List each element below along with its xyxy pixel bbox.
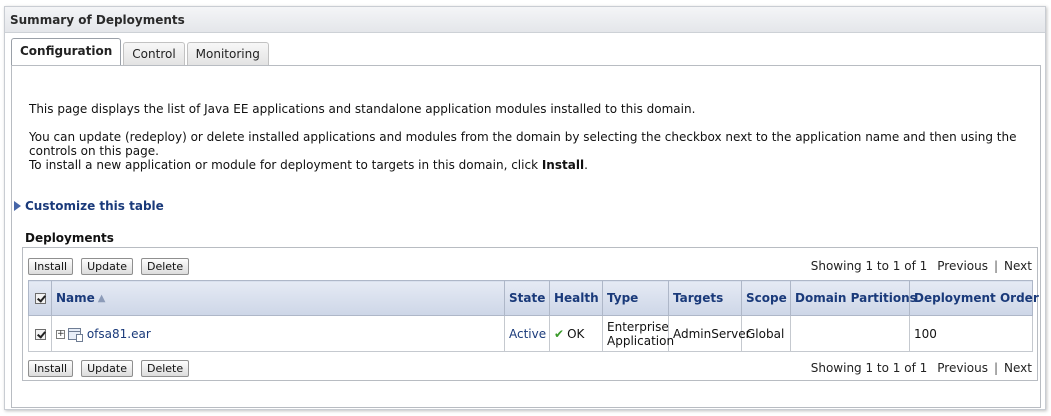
customize-table-label: Customize this table — [25, 199, 164, 213]
column-header-domain-partitions[interactable]: Domain Partitions — [790, 280, 917, 316]
next-link-top[interactable]: Next — [1004, 259, 1032, 273]
deployments-panel: Summary of Deployments Configuration Con… — [4, 6, 1046, 410]
update-button-bottom[interactable]: Update — [81, 359, 133, 377]
column-header-scope[interactable]: Scope — [741, 280, 791, 316]
select-all-checkbox-cell[interactable] — [28, 280, 52, 316]
tab-control[interactable]: Control — [123, 42, 185, 65]
install-button-top[interactable]: Install — [28, 257, 74, 275]
table-header-row: Name ▲ State Health Type Targets Scope Do… — [28, 280, 1039, 316]
install-button-bottom[interactable]: Install — [28, 359, 74, 377]
deployments-table-title: Deployments — [25, 231, 114, 245]
panel-title: Summary of Deployments — [5, 7, 1045, 33]
triangle-right-icon — [14, 201, 21, 211]
row-checkbox[interactable] — [34, 328, 46, 340]
row-domain-partitions-cell — [790, 315, 910, 352]
deployments-table-container: Install Update Delete Showing 1 to 1 of … — [22, 247, 1039, 381]
state-link[interactable]: Active — [509, 327, 546, 341]
update-button-top[interactable]: Update — [81, 257, 133, 275]
intro-line-3: To install a new application or module f… — [29, 158, 588, 172]
type-line-2: Application — [607, 333, 675, 348]
intro-line-3-suffix: . — [584, 158, 588, 172]
checkmark-icon: ✔ — [554, 326, 565, 341]
pager-separator: | — [993, 259, 999, 273]
pager-top: Showing 1 to 1 of 1 Previous | Next — [811, 259, 1032, 273]
tab-configuration[interactable]: Configuration — [11, 38, 122, 65]
column-header-state[interactable]: State — [504, 280, 550, 316]
column-name-label: Name — [56, 291, 95, 305]
row-health-cell: ✔ OK — [549, 315, 603, 352]
expand-plus-icon[interactable]: + — [56, 329, 65, 339]
column-header-health[interactable]: Health — [549, 280, 603, 316]
pager-separator-bottom: | — [993, 361, 999, 375]
bottom-toolbar: Install Update Delete Showing 1 to 1 of … — [28, 356, 1032, 380]
column-header-name[interactable]: Name ▲ — [51, 280, 505, 316]
sort-ascending-icon[interactable]: ▲ — [98, 293, 106, 304]
row-name-cell: + ofsa81.ear — [51, 315, 505, 352]
tab-monitoring[interactable]: Monitoring — [186, 42, 269, 65]
pager-status-bottom: Showing 1 to 1 of 1 — [810, 361, 928, 375]
top-toolbar: Install Update Delete Showing 1 to 1 of … — [28, 254, 1032, 278]
intro-line-3-text: To install a new application or module f… — [29, 158, 542, 172]
row-checkbox-cell[interactable] — [28, 315, 52, 352]
row-state-cell: Active — [504, 315, 550, 352]
previous-link-bottom[interactable]: Previous — [937, 361, 988, 375]
delete-button-top[interactable]: Delete — [140, 257, 190, 275]
table-row: + ofsa81.ear Active ✔ OK Enterprise Appli… — [28, 315, 1033, 352]
column-header-targets[interactable]: Targets — [668, 280, 742, 316]
column-header-type[interactable]: Type — [602, 280, 669, 316]
pager-status: Showing 1 to 1 of 1 — [810, 259, 928, 273]
health-value: OK — [567, 326, 585, 341]
previous-link-top[interactable]: Previous — [937, 259, 988, 273]
column-header-deployment-order[interactable]: Deployment Order — [909, 280, 1039, 316]
row-scope-cell: Global — [741, 315, 791, 352]
application-archive-icon — [68, 328, 83, 342]
delete-button-bottom[interactable]: Delete — [140, 359, 190, 377]
next-link-bottom[interactable]: Next — [1004, 361, 1032, 375]
customize-table-link[interactable]: Customize this table — [14, 199, 164, 213]
type-line-1: Enterprise — [607, 319, 669, 334]
row-type-cell: Enterprise Application — [602, 315, 675, 352]
install-keyword: Install — [541, 158, 585, 172]
tab-bar: Configuration Control Monitoring — [11, 38, 271, 65]
intro-line-1: This page displays the list of Java EE a… — [29, 102, 696, 116]
deployments-table: Name ▲ State Health Type Targets Scope Do… — [28, 280, 1039, 352]
select-all-checkbox[interactable] — [34, 293, 46, 304]
row-targets-cell: AdminServer — [668, 315, 751, 352]
pager-bottom: Showing 1 to 1 of 1 Previous | Next — [811, 361, 1032, 375]
application-name-link[interactable]: ofsa81.ear — [87, 327, 151, 341]
row-deployment-order-cell: 100 — [909, 315, 1033, 352]
intro-line-2: You can update (redeploy) or delete inst… — [29, 130, 1017, 158]
